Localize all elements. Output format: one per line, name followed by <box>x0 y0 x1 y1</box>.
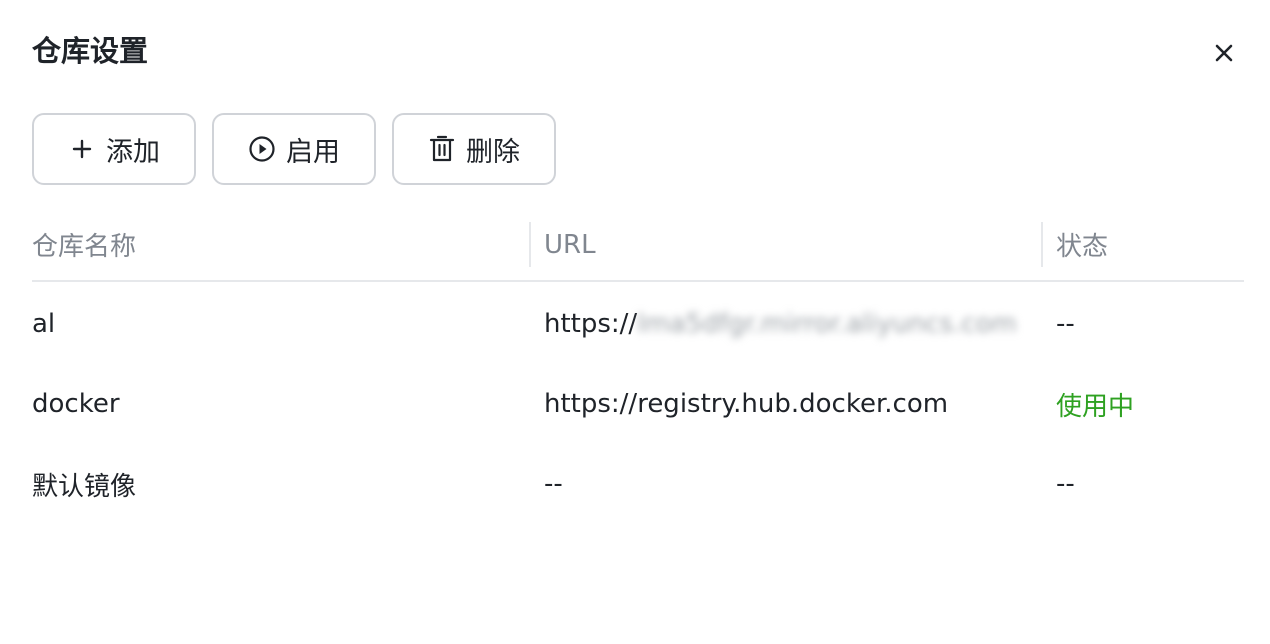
repo-url: -- <box>544 469 563 499</box>
dialog-title: 仓库设置 <box>32 34 149 68</box>
repo-status: -- <box>1056 309 1075 339</box>
column-header-status[interactable]: 状态 <box>1041 222 1244 267</box>
delete-button[interactable]: 删除 <box>392 113 556 185</box>
close-icon <box>1215 44 1233 62</box>
repo-status: 使用中 <box>1056 391 1135 422</box>
table-row[interactable]: docker https://registry.hub.docker.com 使… <box>32 364 1244 444</box>
repo-url: https://registry.hub.docker.com <box>544 389 949 419</box>
repo-url: https://lma5dfgr.mirror.aliyuncs.com <box>529 284 1041 364</box>
repo-url-prefix: https:// <box>544 309 638 339</box>
repo-name: al <box>32 309 56 339</box>
add-button-label: 添加 <box>106 136 160 168</box>
repo-name: 默认镜像 <box>32 471 137 502</box>
column-header-url[interactable]: URL <box>529 222 1041 267</box>
close-button[interactable] <box>1208 37 1240 69</box>
enable-button-label: 启用 <box>286 136 340 168</box>
toolbar: 添加 启用 删除 <box>32 113 556 185</box>
plus-icon <box>68 135 96 163</box>
table-header: 仓库名称 URL 状态 <box>32 222 1244 282</box>
enable-button[interactable]: 启用 <box>212 113 376 185</box>
column-header-name[interactable]: 仓库名称 <box>32 222 529 267</box>
table-row[interactable]: 默认镜像 -- -- <box>32 444 1244 524</box>
repo-name: docker <box>32 389 120 419</box>
delete-button-label: 删除 <box>466 136 520 168</box>
play-circle-icon <box>248 135 276 163</box>
add-button[interactable]: 添加 <box>32 113 196 185</box>
trash-icon <box>428 135 456 163</box>
table-row[interactable]: al https://lma5dfgr.mirror.aliyuncs.com … <box>32 284 1244 364</box>
repo-status: -- <box>1056 469 1075 499</box>
repo-url-redacted: lma5dfgr.mirror.aliyuncs.com <box>637 309 1017 339</box>
repository-table: 仓库名称 URL 状态 al https://lma5dfgr.mirror.a… <box>32 222 1244 524</box>
